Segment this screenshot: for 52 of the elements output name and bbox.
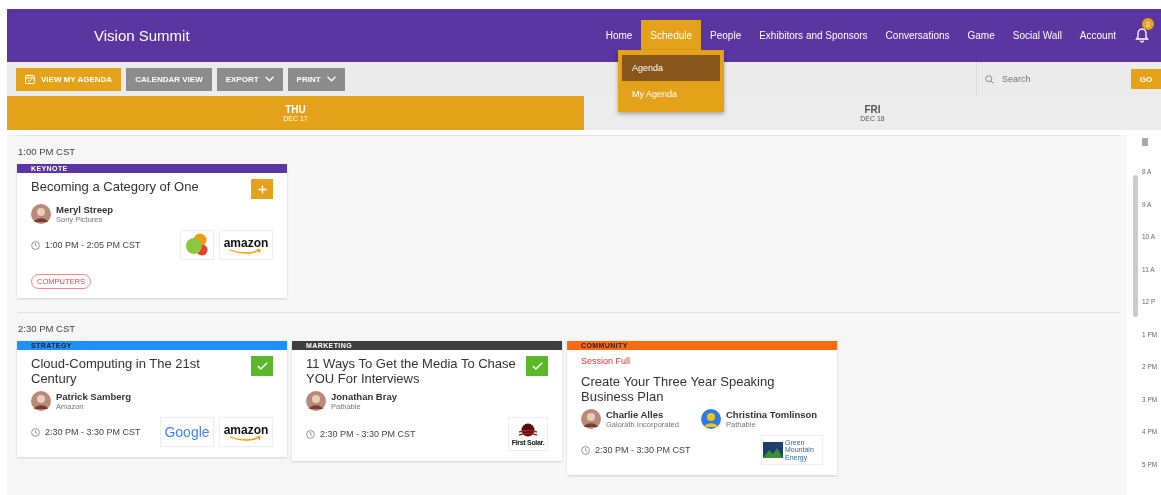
speaker-name[interactable]: Christina Tomlinson — [725, 409, 818, 420]
sponsor-logo[interactable]: amazon — [219, 230, 273, 260]
notification-badge: 2 — [1142, 18, 1154, 30]
session-title: Create Your Three Year Speaking Business Plan — [581, 374, 776, 404]
calendar-icon — [25, 74, 35, 84]
speaker-name[interactable]: Meryl Streep — [56, 204, 114, 215]
session-title: Becoming a Category of One — [31, 179, 199, 196]
speaker-name[interactable]: Charlie Alles — [606, 409, 679, 420]
added-button[interactable] — [526, 356, 548, 376]
session-time: 2:30 PM - 3:30 PM CST — [320, 429, 416, 439]
speaker-name[interactable]: Patrick Samberg — [56, 391, 131, 402]
sponsor-logo[interactable] — [180, 230, 214, 260]
avatar — [306, 391, 326, 411]
avatar — [700, 409, 721, 429]
search-icon — [985, 74, 994, 84]
site-title: Vision Summit — [94, 27, 190, 44]
bell-icon[interactable] — [1135, 28, 1149, 43]
sponsor-logo[interactable]: Google — [160, 417, 214, 447]
session-full-notice: Session Full — [581, 356, 632, 366]
avatar — [31, 391, 51, 411]
nav-link[interactable]: People — [701, 19, 751, 52]
session-time: 2:30 PM - 3:30 PM CST — [45, 427, 141, 437]
clock-icon — [306, 429, 315, 439]
clock-icon — [31, 240, 40, 250]
added-button[interactable] — [251, 356, 273, 376]
avatar — [31, 204, 51, 224]
speaker-name[interactable]: Jonathan Bray — [331, 391, 397, 402]
time-slot-label: 1:00 PM CST — [17, 145, 77, 159]
caret-icon — [326, 76, 336, 82]
nav-link[interactable]: Account — [1070, 19, 1125, 52]
scrollbar[interactable] — [1133, 175, 1138, 317]
clock-icon — [31, 427, 40, 437]
nav-link[interactable]: Conversations — [876, 19, 959, 52]
check-icon — [531, 362, 543, 370]
time-slot-label: 2:30 PM CST — [17, 322, 77, 336]
plus-icon — [257, 184, 267, 194]
search-field[interactable]: Search — [1000, 73, 1114, 85]
check-icon — [256, 362, 268, 370]
nav-link[interactable]: Game — [958, 19, 1004, 52]
menu-item[interactable]: Agenda — [622, 55, 720, 81]
sponsor-logo[interactable]: amazon — [219, 417, 273, 447]
session-title: 11 Ways To Get the Media To Chase YOU For Interviews — [306, 356, 517, 386]
session-time: 1:00 PM - 2:05 PM CST — [45, 240, 141, 250]
session-time: 2:30 PM - 3:30 PM CST — [595, 445, 691, 455]
nav-link[interactable]: Exhibitors and Sponsors — [750, 19, 877, 52]
add-button[interactable] — [251, 179, 273, 199]
nav-link[interactable]: Home — [596, 19, 642, 52]
nav-link[interactable]: Social Wall — [1003, 19, 1071, 52]
avatar — [581, 409, 601, 429]
caret-icon — [264, 76, 274, 82]
session-title: Cloud-Computing in The 21st Century — [31, 356, 201, 386]
clock-icon — [581, 445, 590, 455]
